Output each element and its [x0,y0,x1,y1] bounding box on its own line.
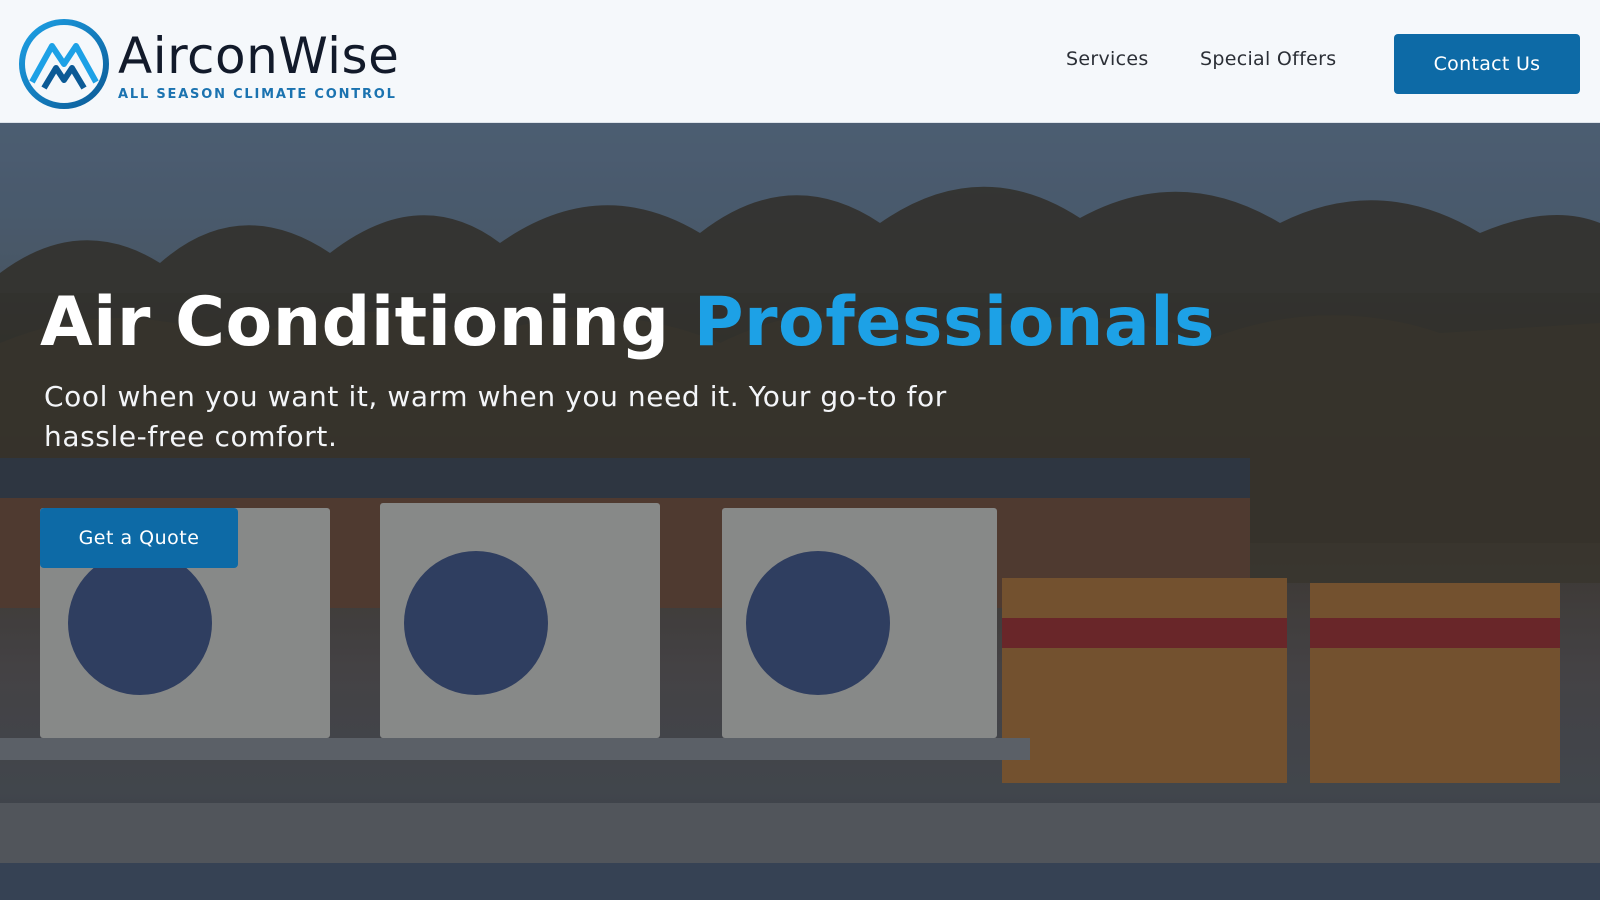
get-a-quote-button[interactable]: Get a Quote [40,508,238,568]
hero-title: Air Conditioning Professionals [40,283,1215,362]
brand-tagline: ALL SEASON CLIMATE CONTROL [118,86,397,102]
hero-title-main: Air Conditioning [40,283,670,362]
mountain-snowflake-logo-icon [19,19,109,109]
nav-special-offers-link[interactable]: Special Offers [1200,48,1336,70]
contact-us-button[interactable]: Contact Us [1394,34,1580,94]
hero-section: Air Conditioning Professionals Cool when… [0,123,1600,900]
hero-dark-overlay [0,123,1600,900]
site-header: AirconWise ALL SEASON CLIMATE CONTROL Se… [0,0,1600,123]
brand-name: AirconWise [118,26,400,85]
hero-subtitle: Cool when you want it, warm when you nee… [44,380,947,453]
brand-logo[interactable]: AirconWise ALL SEASON CLIMATE CONTROL [18,18,399,110]
hero-title-accent: Professionals [693,283,1216,362]
nav-services-link[interactable]: Services [1066,48,1149,70]
